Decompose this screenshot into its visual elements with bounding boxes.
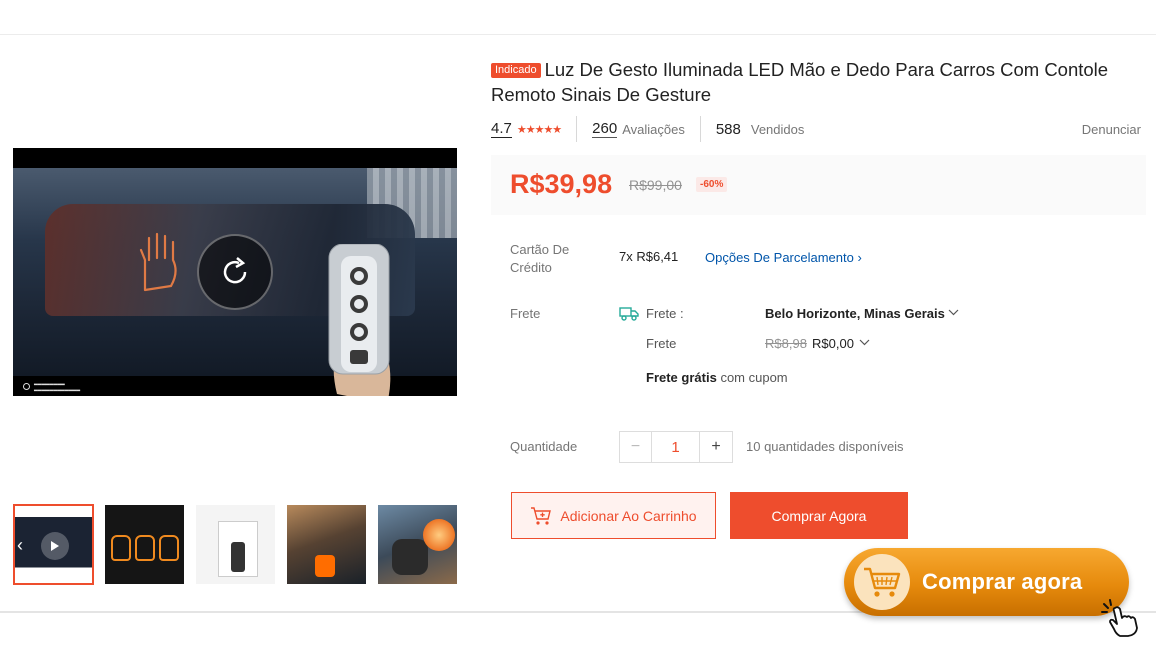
chevron-down-icon[interactable] xyxy=(859,339,870,346)
pointer-hand-icon xyxy=(1101,599,1138,637)
current-price: R$39,98 xyxy=(510,169,613,199)
sold-label: Vendidos xyxy=(750,121,805,137)
sold-count: 588 xyxy=(715,120,741,138)
truck-icon xyxy=(619,307,639,321)
quantity-input[interactable]: 1 xyxy=(652,432,700,462)
free-shipping-suffix: com cupom xyxy=(720,370,788,385)
shipping-location[interactable]: Belo Horizonte, Minas Gerais xyxy=(765,305,945,323)
thumbnail-5[interactable] xyxy=(377,504,458,585)
reviews-count[interactable]: 260 xyxy=(592,120,618,138)
add-to-cart-button[interactable]: Adicionar Ao Carrinho xyxy=(511,492,716,539)
installment-options-link[interactable]: Opções De Parcelamento › xyxy=(705,249,862,267)
report-link[interactable]: Denunciar xyxy=(1082,122,1141,137)
shipping-new-cost: R$0,00 xyxy=(812,336,854,351)
thumbnail-4[interactable] xyxy=(286,504,367,585)
buy-now-label: Comprar Agora xyxy=(771,507,867,524)
thumbnail-2[interactable] xyxy=(104,504,185,585)
floating-buy-now-button[interactable]: Comprar agora xyxy=(844,548,1129,616)
thumbnail-1[interactable]: ‹ xyxy=(13,504,94,585)
camera-watermark: ▂▂▂▂▂▂▂▂ ▂▂▂▂▂▂▂▂▂▂▂▂ xyxy=(23,380,80,392)
available-quantity: 10 quantidades disponíveis xyxy=(746,439,904,454)
play-icon xyxy=(41,532,69,560)
header-divider xyxy=(0,34,1156,35)
shipping-to-label: Frete : xyxy=(646,306,684,321)
shipping-cost-label: Frete xyxy=(646,336,677,351)
discount-badge: -60% xyxy=(696,177,728,192)
quantity-stepper: − 1 + xyxy=(619,431,733,463)
original-price: R$99,00 xyxy=(629,177,682,193)
chevron-left-icon[interactable]: ‹ xyxy=(17,536,23,554)
cart-icon xyxy=(531,506,552,525)
quantity-label: Quantidade xyxy=(510,439,578,454)
product-title: Indicado Luz De Gesto Iluminada LED Mão e… xyxy=(491,57,1147,107)
play-replay-icon[interactable] xyxy=(197,234,273,310)
payment-label: Cartão De Crédito xyxy=(510,242,570,275)
buy-now-button[interactable]: Comprar Agora xyxy=(730,492,908,539)
decrement-button[interactable]: − xyxy=(620,432,652,462)
price-box: R$39,98 R$99,00 -60% xyxy=(491,155,1146,215)
recommended-badge: Indicado xyxy=(491,63,541,78)
star-icon: ★★★★★ xyxy=(516,123,562,136)
hand-gesture-light xyxy=(139,232,177,292)
free-shipping-bold: Frete grátis xyxy=(646,370,717,385)
chevron-down-icon[interactable] xyxy=(948,309,959,316)
product-title-text: Luz De Gesto Iluminada LED Mão e Dedo Pa… xyxy=(491,59,1109,105)
increment-button[interactable]: + xyxy=(700,432,732,462)
free-shipping-note: Frete grátis com cupom xyxy=(646,369,788,387)
installments-value: 7x R$6,41 xyxy=(619,249,679,264)
thumbnail-strip: ‹ xyxy=(13,504,458,585)
thumbnail-3[interactable] xyxy=(195,504,276,585)
rating-value[interactable]: 4.7 xyxy=(491,120,512,138)
add-to-cart-label: Adicionar Ao Carrinho xyxy=(560,507,697,524)
remote-control xyxy=(328,244,391,396)
floating-buy-now-label: Comprar agora xyxy=(922,569,1083,594)
shipping-old-cost: R$8,98 xyxy=(765,336,807,351)
reviews-label: Avaliações xyxy=(622,121,685,137)
product-stats: 4.7 ★★★★★ 260 Avaliações 588 Vendidos De… xyxy=(491,116,1141,142)
product-video[interactable]: ▂▂▂▂▂▂▂▂ ▂▂▂▂▂▂▂▂▂▂▂▂ xyxy=(13,148,457,396)
cart-icon xyxy=(854,554,910,610)
shipping-label: Frete xyxy=(510,306,541,321)
